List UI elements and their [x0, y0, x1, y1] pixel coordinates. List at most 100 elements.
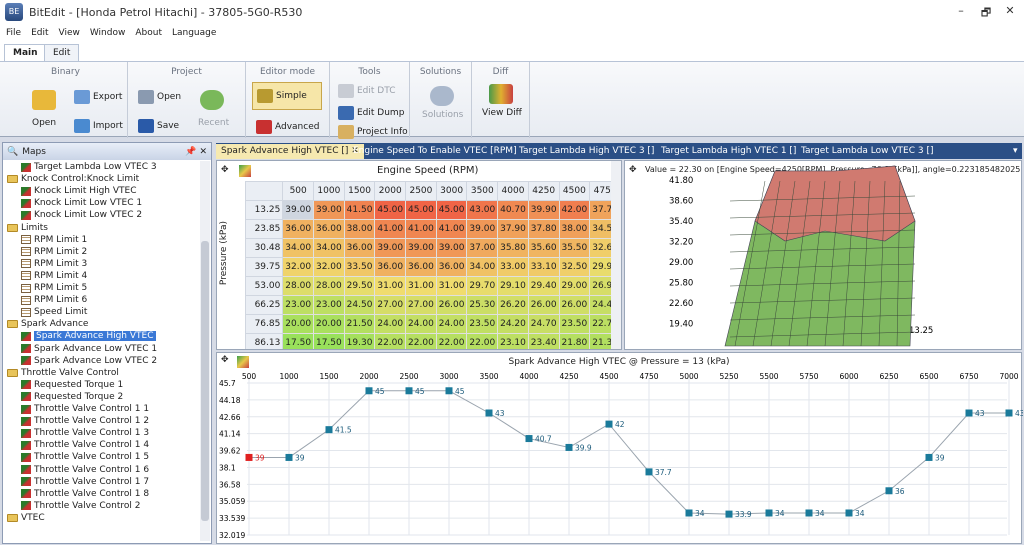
table-cell[interactable]: 32.00 [313, 257, 345, 277]
surface-plot[interactable]: 41.80 38.60 35.40 32.20 29.00 25.80 22.60 19.40… [625, 161, 1022, 350]
table-cell[interactable]: 22.00 [405, 333, 437, 349]
tree-item[interactable]: RPM Limit 2 [21, 246, 87, 258]
row-header[interactable]: 13.25 [244, 200, 284, 220]
tree-item[interactable]: Requested Torque 1 [21, 379, 123, 391]
column-header[interactable]: 3000 [435, 181, 468, 201]
data-point[interactable] [525, 435, 533, 443]
table-cell[interactable]: 43.00 [466, 200, 499, 220]
table-cell[interactable]: 19.30 [343, 333, 376, 349]
table-cell[interactable]: 31.00 [405, 276, 437, 296]
row-header[interactable]: 30.48 [244, 238, 284, 258]
table-cell[interactable]: 36.00 [435, 257, 468, 277]
table-cell[interactable]: 24.70 [527, 314, 560, 334]
minimize-button[interactable]: – [952, 4, 970, 20]
tree-item[interactable]: Target Lambda Low VTEC 3 [21, 161, 157, 173]
table-cell[interactable]: 26.20 [497, 295, 529, 315]
table-cell[interactable]: 21.80 [558, 333, 591, 349]
table-cell[interactable]: 25.30 [466, 295, 499, 315]
table-cell[interactable]: 45.00 [435, 200, 468, 220]
row-header[interactable]: 23.85 [244, 219, 284, 239]
table-cell[interactable]: 34.00 [282, 238, 315, 258]
row-header[interactable]: 39.75 [244, 257, 284, 277]
table-cell[interactable]: 24.00 [374, 314, 407, 334]
import-button[interactable]: Import [74, 119, 123, 133]
tabs-dropdown-icon[interactable]: ▾ [1008, 144, 1023, 159]
tree-item[interactable]: Spark Advance Low VTEC 2 [21, 355, 157, 367]
table-cell[interactable]: 23.00 [282, 295, 315, 315]
table-cell[interactable]: 39.90 [527, 200, 560, 220]
data-point[interactable] [925, 453, 933, 461]
table-cell[interactable]: 41.00 [374, 219, 407, 239]
data-point[interactable] [285, 453, 293, 461]
table-cell[interactable]: 38.00 [558, 219, 591, 239]
table-cell[interactable]: 31.00 [435, 276, 468, 296]
table-cell[interactable]: 40.70 [497, 200, 529, 220]
table-cell[interactable]: 23.50 [558, 314, 591, 334]
table-cell[interactable]: 24.00 [405, 314, 437, 334]
table-cell[interactable]: 41.00 [435, 219, 468, 239]
table-cell[interactable]: 45.00 [405, 200, 437, 220]
data-point[interactable] [885, 487, 893, 495]
restore-button[interactable]: 🗗 [977, 4, 995, 20]
data-point[interactable] [405, 387, 413, 395]
table-scrollbar[interactable] [611, 161, 621, 349]
table-cell[interactable]: 33.10 [527, 257, 560, 277]
tree-scroll-thumb[interactable] [201, 241, 209, 521]
table-cell[interactable]: 36.00 [374, 257, 407, 277]
table-cell[interactable]: 23.40 [527, 333, 560, 349]
project-open-button[interactable]: Open [138, 90, 181, 104]
table-cell[interactable]: 24.20 [497, 314, 529, 334]
tree-item[interactable]: Throttle Valve Control 1 3 [21, 427, 149, 439]
tree-item[interactable]: RPM Limit 3 [21, 258, 87, 270]
data-point[interactable] [245, 453, 253, 461]
data-point[interactable] [845, 509, 853, 517]
tree-item[interactable]: RPM Limit 6 [21, 294, 87, 306]
project-info-button[interactable]: Project Info [338, 125, 408, 139]
table-cell[interactable]: 45.00 [374, 200, 407, 220]
simple-mode-button[interactable]: Simple [252, 82, 322, 110]
table-cell[interactable]: 35.80 [497, 238, 529, 258]
table-cell[interactable]: 20.00 [282, 314, 315, 334]
table-cell[interactable]: 35.60 [527, 238, 560, 258]
tree-folder[interactable]: Limits [7, 222, 48, 234]
table-cell[interactable]: 21.50 [343, 314, 376, 334]
table-cell[interactable]: 27.00 [374, 295, 407, 315]
menu-file[interactable]: File [6, 28, 21, 38]
table-cell[interactable]: 33.50 [343, 257, 376, 277]
tree-folder[interactable]: Spark Advance [7, 318, 88, 330]
data-point[interactable] [1005, 409, 1013, 417]
doc-tab-spark-advance[interactable]: Spark Advance High VTEC [] ✕ [216, 144, 364, 159]
table-cell[interactable]: 29.50 [343, 276, 376, 296]
data-point[interactable] [365, 387, 373, 395]
table-cell[interactable]: 31.00 [374, 276, 407, 296]
advanced-mode-button[interactable]: Advanced [256, 120, 319, 134]
table-cell[interactable]: 34.00 [313, 238, 345, 258]
move-icon[interactable]: ✥ [221, 165, 229, 175]
tree-item[interactable]: RPM Limit 1 [21, 234, 87, 246]
data-point[interactable] [725, 510, 733, 518]
doc-tab-lambda-high-3[interactable]: Target Lambda High VTEC 3 [] [514, 144, 659, 159]
tree-item[interactable]: Throttle Valve Control 1 2 [21, 415, 149, 427]
close-button[interactable]: ✕ [1001, 4, 1019, 20]
column-header[interactable]: 1000 [313, 181, 345, 201]
grid-icon[interactable] [239, 165, 251, 177]
doc-tab-lambda-high-1[interactable]: Target Lambda High VTEC 1 [] [656, 144, 801, 159]
table-cell[interactable]: 35.50 [558, 238, 591, 258]
tab-edit[interactable]: Edit [44, 44, 80, 62]
table-cell[interactable]: 20.00 [313, 314, 345, 334]
data-point[interactable] [325, 426, 333, 434]
save-button[interactable]: Save [138, 119, 179, 133]
table-cell[interactable]: 39.00 [435, 238, 468, 258]
tree-item[interactable]: RPM Limit 5 [21, 282, 87, 294]
table-cell[interactable]: 37.80 [527, 219, 560, 239]
table-cell[interactable]: 36.00 [343, 238, 376, 258]
tree-item[interactable]: Spark Advance Low VTEC 1 [21, 343, 157, 355]
row-header[interactable]: 86.13 [244, 333, 284, 349]
table-cell[interactable]: 24.00 [435, 314, 468, 334]
column-header[interactable]: 2000 [374, 181, 407, 201]
table-cell[interactable]: 39.00 [466, 219, 499, 239]
table-cell[interactable]: 26.00 [558, 295, 591, 315]
table-cell[interactable]: 42.00 [558, 200, 591, 220]
data-point[interactable] [565, 443, 573, 451]
tree-folder[interactable]: Knock Control:Knock Limit [7, 173, 139, 185]
